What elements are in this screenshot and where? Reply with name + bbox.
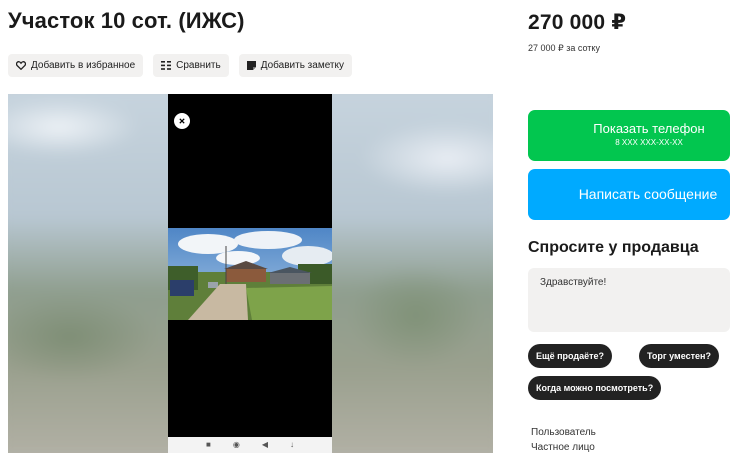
compare-label: Сравнить [176, 60, 221, 71]
price: 270 000 ₽ [528, 11, 627, 34]
home-icon: ◉ [232, 440, 240, 449]
add-note-label: Добавить заметку [260, 60, 344, 71]
quick-question-viewing[interactable]: Когда можно посмотреть? [528, 376, 662, 400]
seller-type: Частное лицо [531, 442, 595, 453]
back-icon: ◀ [261, 440, 268, 449]
quick-question-still-selling[interactable]: Ещё продаёте? [528, 344, 613, 368]
compare-icon [161, 61, 172, 70]
heart-icon [16, 61, 26, 70]
close-icon[interactable] [174, 113, 190, 129]
listing-title: Участок 10 сот. (ИЖС) [8, 8, 245, 33]
arrow-down-icon: ↓ [289, 440, 294, 449]
write-message-label: Написать сообщение [578, 186, 718, 202]
add-note-button[interactable]: Добавить заметку [238, 54, 352, 77]
phone-mask: 8 XXX XXX-XX-XX [615, 138, 683, 147]
seller-name[interactable]: Пользователь [531, 427, 596, 438]
show-phone-button[interactable]: Показать телефон 8 XXX XXX-XX-XX [528, 110, 730, 161]
land-plot-photo [168, 228, 332, 320]
recent-apps-icon: ■ [206, 440, 211, 449]
add-to-favorites-label: Добавить в избранное [31, 60, 136, 71]
photo-gallery[interactable]: ■ ◉ ◀ ↓ [8, 94, 493, 453]
write-message-button[interactable]: Написать сообщение [528, 169, 730, 220]
add-to-favorites-button[interactable]: Добавить в избранное [8, 54, 144, 77]
price-per-unit: 27 000 ₽ за сотку [528, 43, 600, 53]
gallery-main-image[interactable]: ■ ◉ ◀ ↓ [168, 94, 332, 453]
listing-actions: Добавить в избранное Сравнить Добавить з… [8, 54, 352, 77]
ask-seller-title: Спросите у продавца [528, 239, 699, 256]
phone-nav-bar: ■ ◉ ◀ ↓ [168, 437, 332, 453]
quick-question-bargain[interactable]: Торг уместен? [639, 344, 719, 368]
show-phone-label: Показать телефон [593, 121, 705, 136]
compare-button[interactable]: Сравнить [153, 54, 229, 77]
note-icon [246, 61, 256, 70]
ask-seller-input[interactable]: Здравствуйте! [528, 268, 730, 332]
